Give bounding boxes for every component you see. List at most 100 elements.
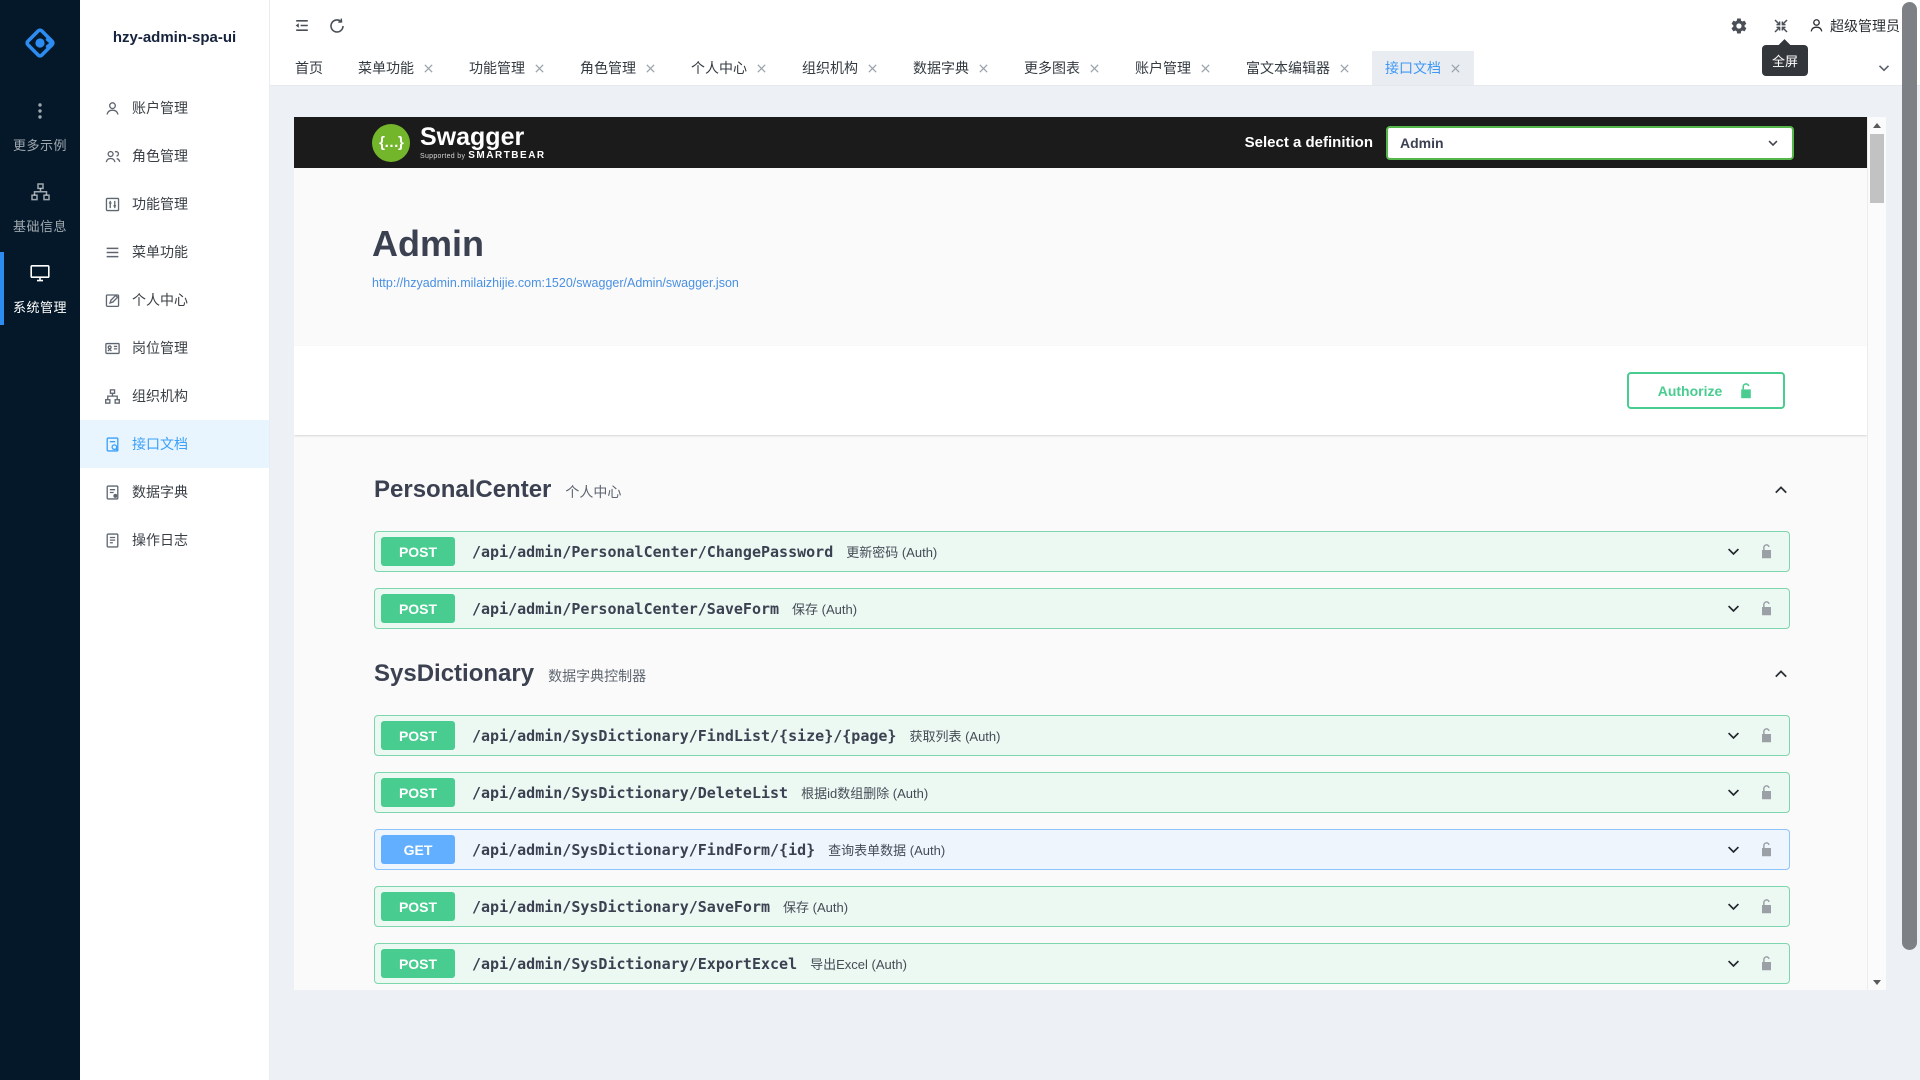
auth-lock-icon[interactable] — [1759, 727, 1774, 744]
user-menu[interactable]: 超级管理员 — [1808, 16, 1900, 36]
sidebar-item-api-docs[interactable]: 接口文档 — [80, 420, 269, 468]
tab-roles[interactable]: 角色管理 — [567, 51, 669, 85]
sidebar-item-menus[interactable]: 菜单功能 — [80, 228, 269, 276]
swagger-topbar: {…} Swagger Supported bySMARTBEAR Select… — [294, 117, 1867, 168]
tab-close-icon[interactable] — [867, 63, 878, 74]
section-collapse-button[interactable] — [1772, 665, 1790, 683]
rail-item-system[interactable]: 系统管理 — [0, 248, 80, 329]
sidebar-item-positions[interactable]: 岗位管理 — [80, 324, 269, 372]
tab-close-icon[interactable] — [1339, 63, 1350, 74]
tab-accounts[interactable]: 账户管理 — [1122, 51, 1224, 85]
swagger-scrollbar-thumb[interactable] — [1870, 134, 1884, 203]
endpoint-row[interactable]: POST /api/admin/PersonalCenter/ChangePas… — [374, 531, 1790, 572]
sidebar-menu: 账户管理 角色管理 功能管理 菜单功能 个人中心 岗位管理 — [80, 74, 269, 564]
section-title: SysDictionary — [374, 660, 534, 688]
authorize-button[interactable]: Authorize — [1627, 372, 1785, 409]
tab-close-icon[interactable] — [423, 63, 434, 74]
sidebar-item-roles[interactable]: 角色管理 — [80, 132, 269, 180]
tab-close-icon[interactable] — [1089, 63, 1100, 74]
auth-lock-icon[interactable] — [1759, 898, 1774, 915]
tab-close-icon[interactable] — [645, 63, 656, 74]
endpoint-summary: 保存 (Auth) — [792, 599, 857, 618]
rail-item-basic-info[interactable]: 基础信息 — [0, 167, 80, 248]
settings-button[interactable] — [1724, 11, 1754, 41]
scroll-down-arrow-icon[interactable] — [1868, 974, 1886, 990]
chevron-down-icon — [1725, 727, 1742, 744]
rail-item-label: 基础信息 — [0, 216, 80, 235]
chevron-up-icon — [1772, 665, 1790, 683]
scroll-up-arrow-icon[interactable] — [1868, 117, 1886, 133]
section-collapse-button[interactable] — [1772, 481, 1790, 499]
endpoint-row[interactable]: POST /api/admin/SysDictionary/ExportExce… — [374, 943, 1790, 984]
api-title: Admin — [372, 223, 1867, 265]
expand-endpoint-button[interactable] — [1725, 543, 1742, 560]
section-header[interactable]: SysDictionary 数据字典控制器 — [374, 657, 1790, 691]
sidebar-item-features[interactable]: 功能管理 — [80, 180, 269, 228]
auth-lock-icon[interactable] — [1759, 543, 1774, 560]
endpoint-row[interactable]: POST /api/admin/SysDictionary/FindList/{… — [374, 715, 1790, 756]
section-header[interactable]: PersonalCenter 个人中心 — [374, 473, 1790, 507]
tab-close-icon[interactable] — [534, 63, 545, 74]
swagger-scrollbar[interactable] — [1867, 117, 1886, 990]
definition-select-label: Select a definition — [1245, 134, 1373, 151]
sidebar-item-label: 操作日志 — [132, 530, 188, 550]
tab-features[interactable]: 功能管理 — [456, 51, 558, 85]
auth-lock-icon[interactable] — [1759, 841, 1774, 858]
api-spec-url[interactable]: http://hzyadmin.milaizhijie.com:1520/swa… — [372, 276, 739, 290]
rail-item-examples[interactable]: 更多示例 — [0, 86, 80, 167]
endpoint-path: /api/admin/SysDictionary/ExportExcel — [472, 955, 797, 973]
tab-close-icon[interactable] — [756, 63, 767, 74]
tab-organization[interactable]: 组织机构 — [789, 51, 891, 85]
sidebar-item-label: 岗位管理 — [132, 338, 188, 358]
expand-endpoint-button[interactable] — [1725, 784, 1742, 801]
doc-dict-icon — [104, 484, 121, 501]
app-logo[interactable] — [0, 0, 80, 86]
page-scrollbar-thumb[interactable] — [1902, 2, 1917, 950]
tab-label: 组织机构 — [802, 58, 858, 78]
sidebar-item-dictionary[interactable]: 数据字典 — [80, 468, 269, 516]
feature-icon — [104, 196, 121, 213]
auth-lock-icon[interactable] — [1759, 955, 1774, 972]
tab-personal-center[interactable]: 个人中心 — [678, 51, 780, 85]
tab-label: 更多图表 — [1024, 58, 1080, 78]
endpoint-summary: 更新密码 (Auth) — [846, 542, 937, 561]
tab-close-icon[interactable] — [978, 63, 989, 74]
expand-endpoint-button[interactable] — [1725, 600, 1742, 617]
expand-endpoint-button[interactable] — [1725, 955, 1742, 972]
tab-bar: 首页 菜单功能 功能管理 角色管理 个人中心 组织机构 数据字典 更多图表 账户… — [270, 51, 1920, 86]
tab-menus[interactable]: 菜单功能 — [345, 51, 447, 85]
sidebar-fold-button[interactable] — [286, 11, 316, 41]
fullscreen-button[interactable] — [1766, 11, 1796, 41]
content-area: {…} Swagger Supported bySMARTBEAR Select… — [270, 86, 1920, 1080]
api-sections: PersonalCenter 个人中心 POST /api/admin/Pers… — [294, 435, 1867, 984]
endpoint-row[interactable]: GET /api/admin/SysDictionary/FindForm/{i… — [374, 829, 1790, 870]
sidebar-item-organization[interactable]: 组织机构 — [80, 372, 269, 420]
endpoint-row[interactable]: POST /api/admin/SysDictionary/SaveForm 保… — [374, 886, 1790, 927]
app-root: 更多示例 基础信息 系统管理 hzy-admin-spa-ui 账户管理 角色管… — [0, 0, 1920, 1080]
auth-lock-icon[interactable] — [1759, 784, 1774, 801]
sidebar-item-logs[interactable]: 操作日志 — [80, 516, 269, 564]
sidebar-item-personal-center[interactable]: 个人中心 — [80, 276, 269, 324]
section-personalcenter: PersonalCenter 个人中心 POST /api/admin/Pers… — [374, 473, 1790, 629]
definition-select[interactable]: Admin — [1386, 126, 1794, 160]
header-actions: 超级管理员 — [1724, 11, 1906, 41]
tab-close-icon[interactable] — [1450, 63, 1461, 74]
sidebar-item-accounts[interactable]: 账户管理 — [80, 84, 269, 132]
auth-lock-icon[interactable] — [1759, 600, 1774, 617]
tab-list-dropdown[interactable] — [1876, 51, 1892, 85]
user-name: 超级管理员 — [1830, 16, 1900, 36]
expand-endpoint-button[interactable] — [1725, 727, 1742, 744]
endpoint-row[interactable]: POST /api/admin/SysDictionary/DeleteList… — [374, 772, 1790, 813]
tab-charts[interactable]: 更多图表 — [1011, 51, 1113, 85]
tab-dictionary[interactable]: 数据字典 — [900, 51, 1002, 85]
monitor-icon — [29, 263, 51, 283]
expand-endpoint-button[interactable] — [1725, 898, 1742, 915]
refresh-button[interactable] — [322, 11, 352, 41]
expand-endpoint-button[interactable] — [1725, 841, 1742, 858]
tab-close-icon[interactable] — [1200, 63, 1211, 74]
tab-richtext-editor[interactable]: 富文本编辑器 — [1233, 51, 1363, 85]
org-nodes-icon — [104, 388, 121, 405]
tab-home[interactable]: 首页 — [282, 51, 336, 85]
endpoint-row[interactable]: POST /api/admin/PersonalCenter/SaveForm … — [374, 588, 1790, 629]
tab-api-docs[interactable]: 接口文档 — [1372, 51, 1474, 85]
